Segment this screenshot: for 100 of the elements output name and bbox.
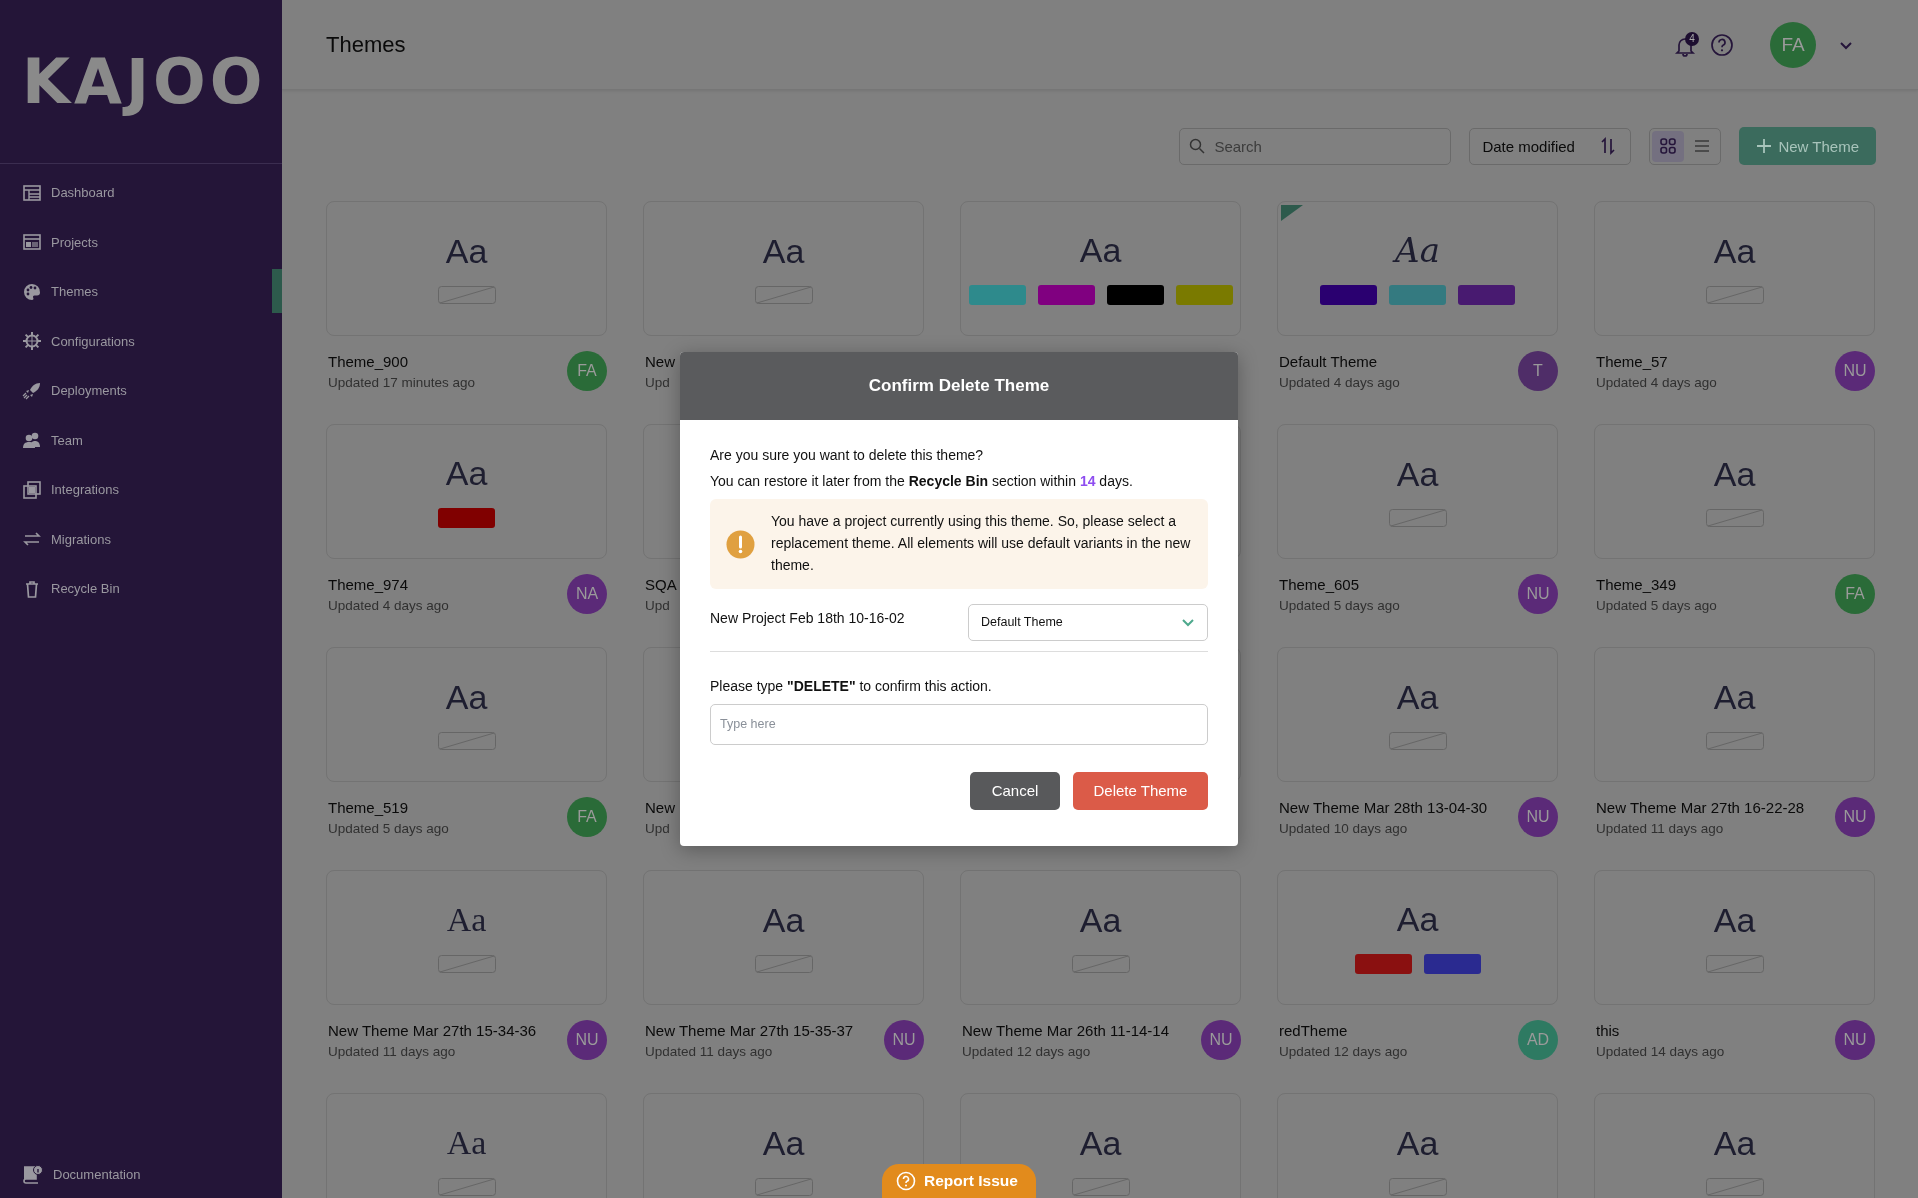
theme-name: New Theme Mar 27th 15-34-36 [328,1021,537,1039]
grid-view-button[interactable] [1652,130,1685,162]
updated-time: Upd [645,597,671,613]
theme-preview[interactable]: Aa [960,870,1241,1005]
new-theme-button[interactable]: New Theme [1739,127,1876,165]
theme-preview[interactable]: Aa [643,201,924,336]
sidebar-item[interactable]: Configurations [0,316,282,366]
font-sample: Aa [762,902,805,937]
font-sample: Aa [1396,679,1439,714]
font-sample: Aa [1079,1125,1122,1160]
theme-name: New Theme Mar 28th 13-04-30 [1279,798,1488,816]
user-avatar: AD [1518,1020,1558,1060]
sidebar-item[interactable]: Migrations [0,514,282,564]
theme-name: New [645,798,675,816]
sort-dropdown[interactable]: Date modified [1469,127,1632,165]
theme-preview[interactable]: Aa [1277,647,1558,782]
theme-preview[interactable]: Aa [1277,1093,1558,1198]
delete-button[interactable]: Delete Theme [1073,771,1208,810]
theme-preview[interactable]: Aa [960,201,1241,336]
theme-name: redTheme [1279,1021,1349,1039]
search-icon [1189,138,1206,154]
documentation-link[interactable]: Documentation [0,1164,141,1198]
updated-time: Updated 12 days ago [962,1043,1092,1059]
empty-swatch-icon [754,1177,813,1196]
theme-preview[interactable]: Aa [326,424,607,559]
rocket-icon [22,380,42,401]
updated-time: Updated 11 days ago [328,1043,457,1059]
theme-select[interactable]: Default Theme [968,603,1208,641]
font-sample: Aa [445,679,488,714]
updated-time: Updated 12 days ago [1279,1043,1408,1059]
sidebar-item[interactable]: Themes [0,267,282,317]
theme-preview[interactable]: Aa [1594,424,1875,559]
help-icon[interactable] [1710,32,1734,57]
project-name: New Project Feb 18th 10-16-02 [710,608,905,626]
theme-preview[interactable]: Aa [1277,870,1558,1005]
theme-name: Theme_605 [1279,575,1361,593]
theme-name: Theme_349 [1596,575,1678,593]
user-avatar: NU [1835,351,1875,391]
sidebar-item[interactable]: Recycle Bin [0,564,282,614]
font-sample: Aa [1396,901,1439,936]
updated-time: Updated 4 days ago [1596,374,1717,390]
empty-swatch-icon [754,954,813,973]
font-sample: Aa [762,1125,805,1160]
dialog-title: Confirm Delete Theme [680,352,1238,421]
theme-name: Theme_57 [1596,352,1669,370]
confirm-input[interactable]: Type here [710,703,1208,745]
page-title: Themes [326,31,407,58]
empty-swatch-icon [1388,1177,1447,1196]
theme-name: Theme_900 [328,352,410,370]
notifications-button[interactable]: 4 [1674,31,1700,58]
theme-preview[interactable]: Aa [326,1093,607,1198]
report-issue-button[interactable]: Report Issue [882,1164,1036,1198]
theme-preview[interactable]: Aa [1594,1093,1875,1198]
theme-preview[interactable]: Aa [1594,201,1875,336]
people-icon [22,430,42,451]
font-sample: Aa [1713,1125,1756,1160]
sidebar-item[interactable]: Projects [0,217,282,267]
user-avatar: NU [1835,1020,1875,1060]
empty-swatch-icon [437,285,496,304]
cancel-button[interactable]: Cancel [970,771,1060,810]
theme-preview[interactable]: Aa [326,647,607,782]
palette-icon [22,281,42,302]
theme-preview[interactable]: Aa [1277,201,1558,336]
sidebar-item[interactable]: Team [0,415,282,465]
theme-name: New Theme Mar 26th 11-14-14 [962,1021,1170,1039]
font-sample: Aa [1713,902,1756,937]
theme-name: New Theme Mar 27th 16-22-28 [1596,798,1805,816]
empty-swatch-icon [1388,731,1447,750]
user-avatar: NU [567,1020,607,1060]
theme-preview[interactable]: Aa [326,201,607,336]
theme-name: New Theme Mar 27th 15-35-37 [645,1021,854,1039]
theme-name: SQA [645,575,677,593]
empty-swatch-icon [1705,508,1764,527]
updated-time: Updated 11 days ago [645,1043,774,1059]
sidebar-item[interactable]: Deployments [0,366,282,416]
user-avatar: NA [567,574,607,614]
theme-preview[interactable]: Aa [1594,647,1875,782]
empty-swatch-icon [1705,285,1764,304]
theme-preview[interactable]: Aa [1594,870,1875,1005]
font-sample: Aa [1713,233,1756,268]
updated-time: Upd [645,374,671,390]
sidebar-item[interactable]: Integrations [0,465,282,515]
theme-preview[interactable]: Aa [1277,424,1558,559]
theme-preview[interactable]: Aa [643,1093,924,1198]
user-avatar: FA [567,797,607,837]
sidebar-item[interactable]: Dashboard [0,168,282,218]
restore-note: You can restore it later from the Recycle Bin section within 14 days. [710,473,1134,490]
dashboard-icon [22,182,42,203]
theme-preview[interactable]: Aa [326,870,607,1005]
warning-icon [726,529,755,559]
theme-preview[interactable]: Aa [643,870,924,1005]
updated-time: Updated 4 days ago [1279,374,1400,390]
search-field[interactable]: Search [1179,127,1452,165]
empty-swatch-icon [1071,1177,1130,1196]
font-sample: Aa [1713,679,1756,714]
help-icon [896,1171,916,1191]
theme-name: New [645,352,675,370]
font-sample: Aa [1396,456,1439,491]
font-sample: Aa [762,233,805,268]
updated-time: Updated 5 days ago [328,820,449,836]
